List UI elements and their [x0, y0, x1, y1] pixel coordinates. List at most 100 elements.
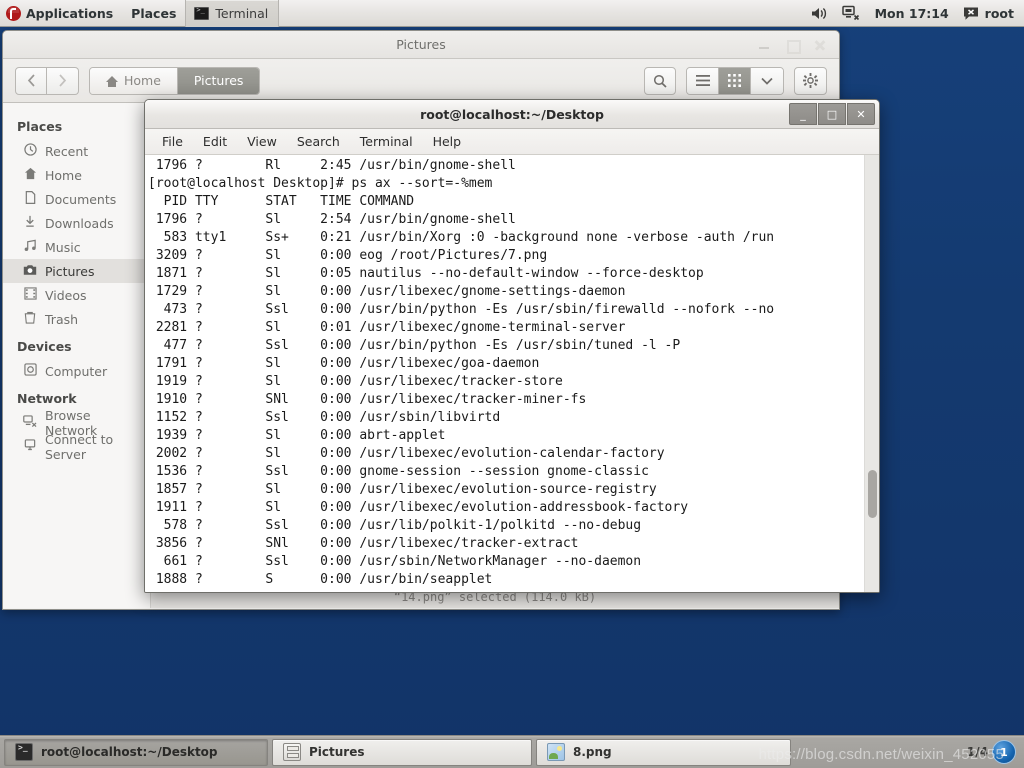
- taskbar-item-pictures-label: Pictures: [309, 745, 365, 759]
- taskbar-item-terminal[interactable]: root@localhost:~/Desktop: [4, 738, 268, 766]
- sidebar-item-documents[interactable]: Documents: [3, 187, 150, 211]
- terminal-scrollbar[interactable]: [864, 155, 879, 592]
- music-note-icon: [23, 239, 37, 255]
- grid-view-icon: [728, 74, 741, 87]
- menu-help[interactable]: Help: [424, 131, 471, 152]
- chevron-left-icon: [27, 74, 35, 87]
- file-manager-title: Pictures: [396, 37, 446, 52]
- file-manager-titlebar[interactable]: Pictures: [3, 31, 839, 59]
- sidebar-item-videos[interactable]: Videos: [3, 283, 150, 307]
- sidebar-item-downloads[interactable]: Downloads: [3, 211, 150, 235]
- file-manager-toolbar: Home Pictures: [3, 59, 839, 103]
- menu-file[interactable]: File: [153, 131, 192, 152]
- menu-search[interactable]: Search: [288, 131, 349, 152]
- maximize-button[interactable]: [785, 38, 801, 54]
- network-tray-button[interactable]: [835, 0, 868, 27]
- view-mode-group: [686, 66, 784, 95]
- breadcrumb-item-pictures[interactable]: Pictures: [177, 67, 260, 94]
- breadcrumb: Home Pictures: [89, 66, 261, 95]
- taskbar-item-pictures[interactable]: Pictures: [272, 738, 532, 766]
- image-viewer-icon: [547, 743, 565, 761]
- terminal-icon: [194, 6, 210, 20]
- sidebar-item-videos-label: Videos: [45, 287, 87, 303]
- sidebar-item-pictures-label: Pictures: [45, 263, 95, 279]
- sidebar-item-connect-to-server[interactable]: Connect to Server: [3, 432, 150, 462]
- sidebar-heading-network: Network: [17, 391, 77, 406]
- taskbar-item-image[interactable]: 8.png: [536, 738, 791, 766]
- sidebar-item-documents-label: Documents: [45, 191, 117, 207]
- terminal-maximize-button[interactable]: □: [818, 103, 846, 125]
- terminal-maximize-glyph: □: [826, 107, 838, 121]
- places-menu[interactable]: Places: [122, 0, 185, 27]
- sidebar: Places Recent Home Documents Downloads M…: [3, 103, 151, 608]
- applications-menu-label: Applications: [26, 5, 114, 21]
- terminal-close-glyph: ✕: [856, 107, 866, 121]
- sidebar-item-recent[interactable]: Recent: [3, 139, 150, 163]
- terminal-output[interactable]: 1796 ? Rl 2:45 /usr/bin/gnome-shell [roo…: [145, 155, 864, 592]
- back-button[interactable]: [15, 66, 47, 95]
- navigation-buttons: [15, 66, 79, 95]
- home-icon: [106, 75, 118, 87]
- menu-view[interactable]: View: [238, 131, 286, 152]
- server-icon: [23, 439, 37, 455]
- sidebar-item-trash-label: Trash: [45, 311, 79, 327]
- camera-icon: [23, 264, 37, 279]
- window-list-button-terminal[interactable]: Terminal: [185, 0, 280, 27]
- taskbar-item-terminal-label: root@localhost:~/Desktop: [41, 745, 218, 759]
- applications-menu[interactable]: Applications: [0, 0, 122, 27]
- list-view-button[interactable]: [687, 67, 719, 94]
- chevron-right-icon: [59, 74, 67, 87]
- forward-button[interactable]: [47, 66, 79, 95]
- sidebar-item-home[interactable]: Home: [3, 163, 150, 187]
- sidebar-item-computer[interactable]: Computer: [3, 359, 150, 383]
- network-disconnected-icon: [841, 5, 859, 21]
- menu-terminal[interactable]: Terminal: [351, 131, 422, 152]
- chevron-down-icon: [761, 77, 773, 85]
- user-menu[interactable]: root: [956, 0, 1024, 27]
- terminal-minimize-glyph: _: [800, 107, 806, 121]
- sidebar-item-music[interactable]: Music: [3, 235, 150, 259]
- breadcrumb-item-home[interactable]: Home: [90, 67, 178, 94]
- workspace-badge[interactable]: 1: [992, 740, 1016, 764]
- clock-label: Mon 17:14: [874, 5, 949, 21]
- app-menu-button[interactable]: [794, 66, 827, 95]
- menu-edit[interactable]: Edit: [194, 131, 236, 152]
- top-panel: Applications Places Terminal Mon 17:14 r…: [0, 0, 1024, 27]
- sidebar-heading-devices: Devices: [17, 339, 72, 354]
- terminal-close-button[interactable]: ✕: [847, 103, 875, 125]
- sidebar-item-trash[interactable]: Trash: [3, 307, 150, 331]
- trash-icon: [23, 311, 37, 327]
- clock-icon: [23, 143, 37, 159]
- grid-view-button[interactable]: [719, 67, 751, 94]
- taskbar: root@localhost:~/Desktop Pictures 8.png …: [0, 735, 1024, 768]
- scrollbar-thumb[interactable]: [868, 470, 877, 518]
- terminal-menubar: File Edit View Search Terminal Help: [145, 129, 879, 155]
- terminal-minimize-button[interactable]: _: [789, 103, 817, 125]
- terminal-screen[interactable]: 1796 ? Rl 2:45 /usr/bin/gnome-shell [roo…: [145, 155, 879, 592]
- volume-tray-button[interactable]: [804, 0, 835, 27]
- speaker-icon: [811, 7, 826, 19]
- close-button[interactable]: [813, 38, 827, 52]
- network-icon: [23, 415, 37, 431]
- sidebar-item-downloads-label: Downloads: [45, 215, 114, 231]
- places-menu-label: Places: [131, 5, 177, 21]
- terminal-titlebar[interactable]: root@localhost:~/Desktop _ □ ✕: [145, 100, 879, 129]
- list-view-icon: [695, 75, 710, 86]
- workspace-label: 1/4: [966, 745, 988, 759]
- breadcrumb-item-home-label: Home: [124, 73, 161, 88]
- search-button[interactable]: [644, 66, 676, 95]
- minimize-button[interactable]: [757, 38, 771, 52]
- search-icon: [653, 74, 667, 88]
- computer-icon: [23, 363, 37, 379]
- terminal-icon: [15, 743, 33, 761]
- sidebar-item-connect-to-server-label: Connect to Server: [45, 432, 114, 462]
- sort-menu-button[interactable]: [751, 67, 783, 94]
- workspace-switcher[interactable]: 1/4 1: [967, 740, 1020, 764]
- clock[interactable]: Mon 17:14: [868, 0, 956, 27]
- sidebar-item-pictures[interactable]: Pictures: [3, 259, 150, 283]
- gear-icon: [803, 73, 818, 88]
- terminal-title: root@localhost:~/Desktop: [420, 106, 604, 122]
- user-session-icon: [963, 7, 978, 20]
- file-manager-icon: [283, 743, 301, 761]
- terminal-window[interactable]: root@localhost:~/Desktop _ □ ✕ File Edit…: [144, 99, 880, 593]
